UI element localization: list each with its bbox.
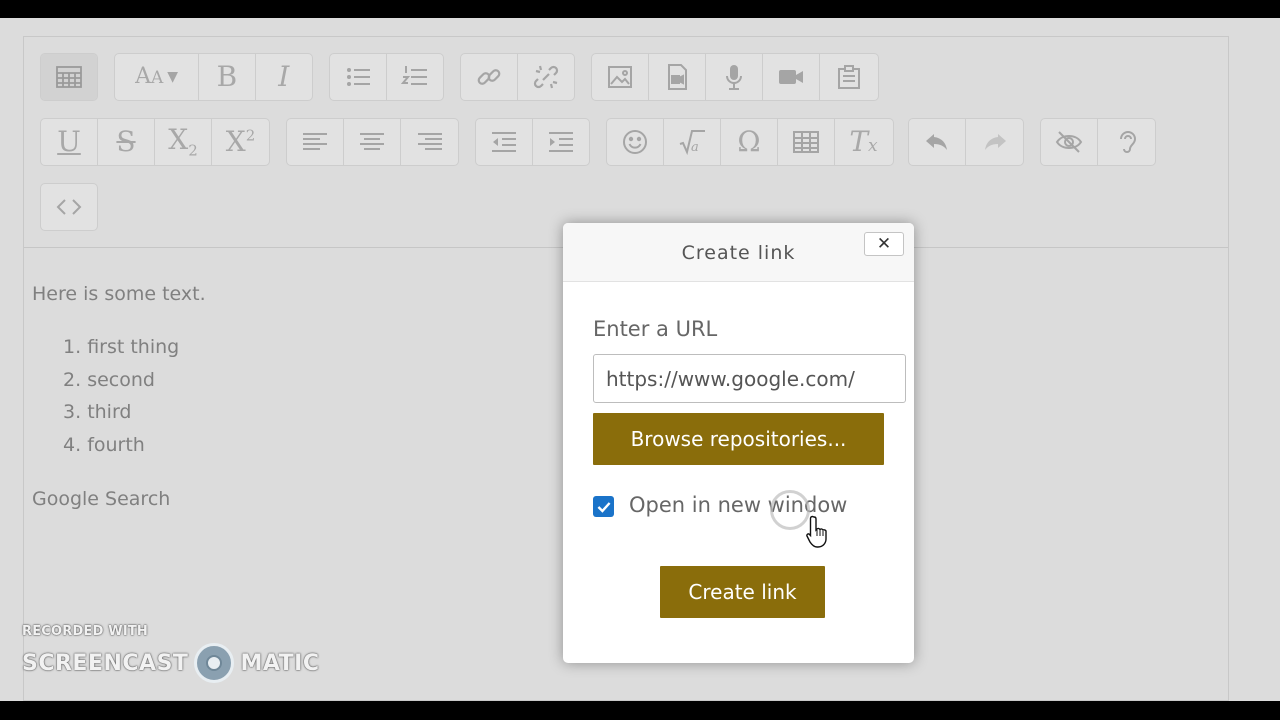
list-item: 2. second — [63, 369, 155, 391]
unlink-icon[interactable] — [518, 54, 575, 100]
align-left-icon[interactable] — [287, 119, 344, 165]
watermark-caption: RECORDED WITH — [22, 624, 149, 639]
checkmark-icon — [597, 501, 610, 513]
open-new-window-label[interactable]: Open in new window — [629, 493, 847, 517]
dialog-header: Create link ✕ — [563, 223, 914, 282]
link-icon[interactable] — [461, 54, 518, 100]
italic-icon[interactable]: I — [256, 54, 312, 100]
superscript-icon[interactable]: X2 — [212, 119, 269, 165]
content-paragraph: Here is some text. — [32, 283, 206, 305]
close-button[interactable]: ✕ — [864, 232, 904, 256]
click-indicator — [770, 490, 810, 530]
recording-watermark: RECORDED WITH SCREENCAST MATIC — [22, 624, 320, 683]
dialog-title: Create link — [681, 242, 796, 264]
create-link-dialog: Create link ✕ Enter a URL Browse reposit… — [563, 223, 914, 663]
svg-text:a: a — [691, 140, 699, 155]
toolbar-group-align — [286, 118, 459, 166]
record-audio-icon[interactable] — [706, 54, 763, 100]
toolbar-group-insert: a Ω Tx — [606, 118, 894, 166]
toolbar-group-accessibility — [1040, 118, 1156, 166]
open-new-window-checkbox[interactable] — [593, 496, 614, 517]
image-icon[interactable] — [592, 54, 649, 100]
redo-icon[interactable] — [966, 119, 1023, 165]
hand-cursor-icon — [806, 515, 827, 548]
special-character-icon[interactable]: Ω — [721, 119, 778, 165]
toolbar-group-html — [40, 183, 98, 231]
outdent-icon[interactable] — [476, 119, 533, 165]
list-item: 1. first thing — [63, 336, 180, 358]
url-input[interactable] — [593, 354, 906, 403]
watermark-brand-right: MATIC — [240, 650, 320, 676]
create-link-button[interactable]: Create link — [660, 566, 825, 618]
editor-toolbar: AA ▼ B I U S X2 X2 a Ω Tx — [24, 37, 1228, 248]
html-icon[interactable] — [41, 184, 97, 230]
align-right-icon[interactable] — [401, 119, 458, 165]
toolbar-group-collapse — [40, 53, 98, 101]
collapse-icon[interactable] — [41, 54, 97, 100]
toolbar-group-indent — [475, 118, 590, 166]
underline-icon[interactable]: U — [41, 119, 98, 165]
bold-icon[interactable]: B — [199, 54, 256, 100]
screencast-logo-icon — [194, 643, 235, 683]
list-item: 3. third — [63, 401, 132, 423]
table-icon[interactable] — [778, 119, 835, 165]
toolbar-group-lists — [329, 53, 444, 101]
subscript-icon[interactable]: X2 — [155, 119, 212, 165]
watermark-brand-left: SCREENCAST — [22, 650, 189, 676]
undo-icon[interactable] — [909, 119, 966, 165]
align-center-icon[interactable] — [344, 119, 401, 165]
bullet-list-icon[interactable] — [330, 54, 387, 100]
screenreader-helper-icon[interactable] — [1098, 119, 1155, 165]
record-video-icon[interactable] — [763, 54, 820, 100]
media-icon[interactable] — [649, 54, 706, 100]
toolbar-group-media — [591, 53, 879, 101]
accessibility-checker-icon[interactable] — [1041, 119, 1098, 165]
toolbar-group-text-style: U S X2 X2 — [40, 118, 270, 166]
url-label: Enter a URL — [593, 317, 718, 341]
numbered-list-icon[interactable] — [387, 54, 444, 100]
toolbar-group-links — [460, 53, 575, 101]
emoticon-icon[interactable] — [607, 119, 664, 165]
list-item: 4. fourth — [63, 434, 145, 456]
close-icon: ✕ — [876, 234, 892, 254]
toolbar-group-font: AA ▼ B I — [114, 53, 313, 101]
font-size-icon[interactable]: AA ▼ — [115, 54, 200, 100]
indent-icon[interactable] — [533, 119, 590, 165]
equation-icon[interactable]: a — [664, 119, 721, 165]
browse-repositories-button[interactable]: Browse repositories... — [593, 413, 884, 465]
toolbar-group-history — [908, 118, 1024, 166]
strikethrough-icon[interactable]: S — [98, 119, 155, 165]
content-link-text[interactable]: Google Search — [32, 488, 170, 510]
manage-files-icon[interactable] — [820, 54, 877, 100]
clear-formatting-icon[interactable]: Tx — [835, 119, 892, 165]
